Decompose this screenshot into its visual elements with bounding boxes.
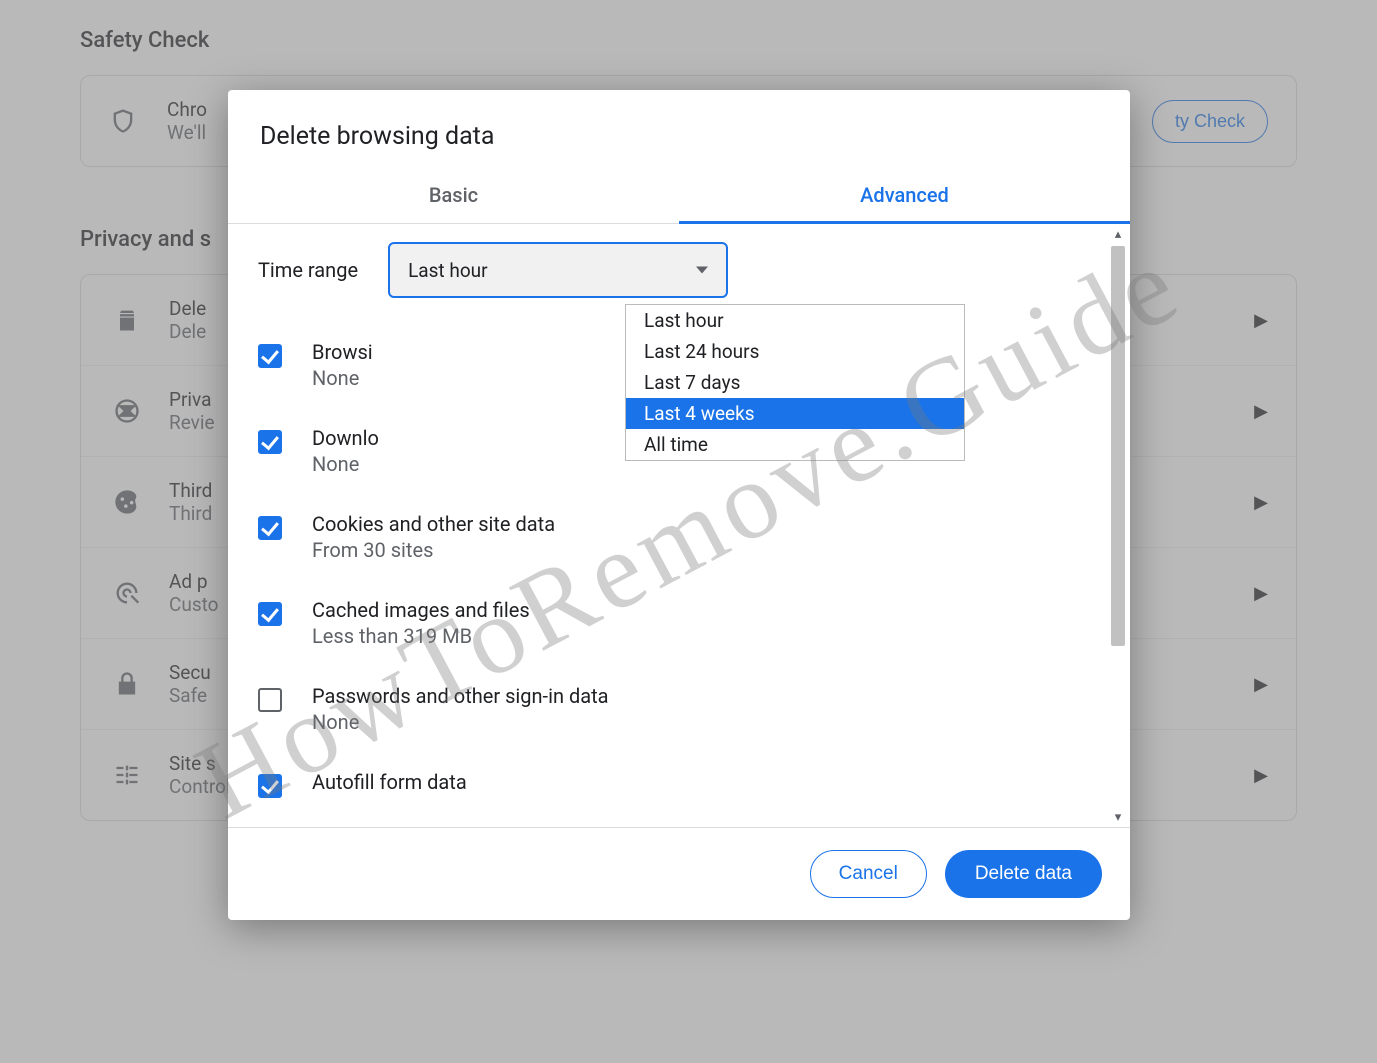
scroll-down-icon[interactable]: ▾ [1108, 807, 1128, 827]
data-type-row: Cached images and filesLess than 319 MB [258, 586, 1098, 672]
item-checkbox[interactable] [258, 602, 282, 626]
delete-browsing-data-dialog: Delete browsing data Basic Advanced Time… [228, 90, 1130, 920]
dialog-footer: Cancel Delete data [228, 827, 1130, 920]
item-desc: None [312, 710, 609, 734]
dialog-tabs: Basic Advanced [228, 169, 1130, 224]
item-desc: None [312, 452, 379, 476]
item-title: Browsi [312, 340, 373, 364]
item-checkbox[interactable] [258, 430, 282, 454]
dialog-body: Time range Last hour BrowsiNoneDownloNon… [228, 224, 1130, 827]
item-desc: From 30 sites [312, 538, 555, 562]
scroll-thumb[interactable] [1111, 246, 1125, 646]
time-range-selected-value: Last hour [408, 259, 488, 282]
item-title: Downlo [312, 426, 379, 450]
item-checkbox[interactable] [258, 774, 282, 798]
dialog-title: Delete browsing data [228, 90, 1130, 169]
item-title: Autofill form data [312, 770, 467, 794]
time-range-select[interactable]: Last hour [388, 242, 728, 298]
delete-data-button[interactable]: Delete data [945, 850, 1102, 898]
time-range-option[interactable]: Last 7 days [626, 367, 964, 398]
item-title: Cookies and other site data [312, 512, 555, 536]
item-checkbox[interactable] [258, 516, 282, 540]
data-type-row: Passwords and other sign-in dataNone [258, 672, 1098, 758]
data-type-row: Cookies and other site dataFrom 30 sites [258, 500, 1098, 586]
time-range-option[interactable]: All time [626, 429, 964, 460]
scroll-up-icon[interactable]: ▴ [1108, 224, 1128, 244]
time-range-option[interactable]: Last 24 hours [626, 336, 964, 367]
scrollbar[interactable]: ▴ ▾ [1108, 224, 1128, 827]
time-range-option[interactable]: Last hour [626, 305, 964, 336]
item-desc: None [312, 366, 373, 390]
tab-basic[interactable]: Basic [228, 169, 679, 223]
tab-advanced[interactable]: Advanced [679, 169, 1130, 224]
time-range-dropdown[interactable]: Last hourLast 24 hoursLast 7 daysLast 4 … [625, 304, 965, 461]
item-checkbox[interactable] [258, 688, 282, 712]
time-range-option[interactable]: Last 4 weeks [626, 398, 964, 429]
item-title: Passwords and other sign-in data [312, 684, 609, 708]
dropdown-arrow-icon [696, 267, 708, 274]
time-range-label: Time range [258, 258, 358, 282]
data-type-row: Autofill form data [258, 758, 1098, 822]
item-title: Cached images and files [312, 598, 530, 622]
cancel-button[interactable]: Cancel [810, 850, 927, 898]
item-checkbox[interactable] [258, 344, 282, 368]
item-desc: Less than 319 MB [312, 624, 530, 648]
